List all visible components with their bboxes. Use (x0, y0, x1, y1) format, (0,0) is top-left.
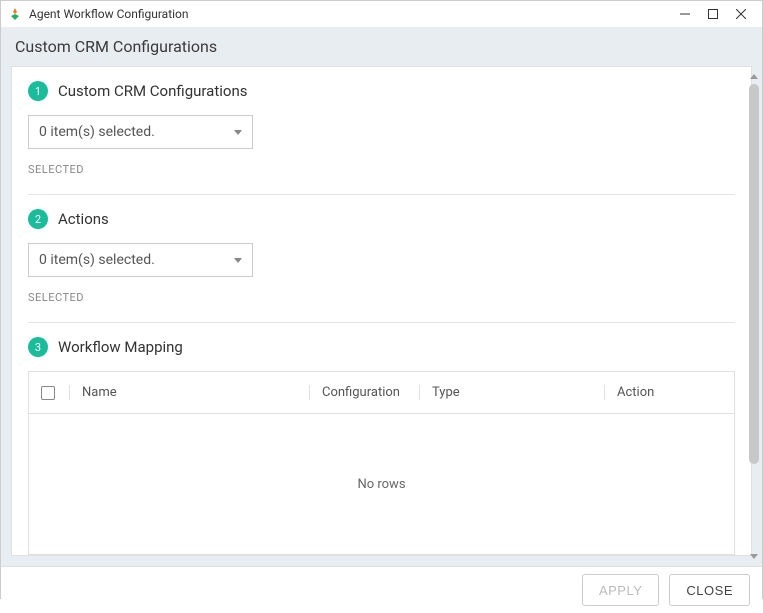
column-name: Name (69, 385, 309, 400)
scroll-down-button[interactable] (748, 550, 760, 562)
step-title-3: Workflow Mapping (58, 338, 183, 356)
actions-select[interactable]: 0 item(s) selected. (28, 243, 253, 277)
empty-rows-text: No rows (357, 477, 405, 492)
page-title: Custom CRM Configurations (15, 37, 217, 56)
page-header: Custom CRM Configurations (1, 27, 762, 66)
crm-selected-label: SELECTED (28, 163, 735, 176)
step-number-3: 3 (28, 337, 48, 357)
maximize-button[interactable] (706, 7, 720, 21)
close-button[interactable] (734, 7, 748, 21)
app-icon (7, 6, 23, 22)
content-area: 1 Custom CRM Configurations 0 item(s) se… (1, 66, 762, 566)
minimize-button[interactable] (678, 7, 692, 21)
step-custom-crm: 1 Custom CRM Configurations 0 item(s) se… (28, 81, 735, 195)
chevron-down-icon (234, 258, 242, 263)
step-workflow-mapping: 3 Workflow Mapping Name Configuration Ty… (28, 337, 735, 556)
titlebar: Agent Workflow Configuration (1, 1, 762, 27)
window-controls (678, 7, 756, 21)
scroll-thumb[interactable] (749, 84, 759, 464)
column-action: Action (604, 385, 722, 400)
footer: APPLY CLOSE (1, 566, 762, 613)
step-number-1: 1 (28, 81, 48, 101)
table-body: No rows (29, 414, 734, 554)
apply-button[interactable]: APPLY (582, 574, 659, 606)
workflow-table: Name Configuration Type Action No rows (28, 371, 735, 555)
table-header: Name Configuration Type Action (29, 372, 734, 414)
scroll-up-button[interactable] (748, 70, 760, 82)
select-all-checkbox[interactable] (41, 386, 55, 400)
main-panel: 1 Custom CRM Configurations 0 item(s) se… (11, 66, 752, 556)
window-title: Agent Workflow Configuration (29, 7, 678, 21)
column-type: Type (419, 385, 604, 400)
chevron-down-icon (234, 130, 242, 135)
arrow-up-icon (750, 74, 758, 79)
step-title-2: Actions (58, 210, 109, 228)
step-number-2: 2 (28, 209, 48, 229)
crm-select[interactable]: 0 item(s) selected. (28, 115, 253, 149)
step-title-1: Custom CRM Configurations (58, 82, 247, 100)
scrollbar[interactable] (748, 70, 760, 562)
column-configuration: Configuration (309, 385, 419, 400)
close-button-footer[interactable]: CLOSE (669, 574, 750, 606)
step-actions: 2 Actions 0 item(s) selected. SELECTED (28, 209, 735, 323)
arrow-down-icon (750, 554, 758, 559)
actions-selected-label: SELECTED (28, 291, 735, 304)
actions-select-value: 0 item(s) selected. (39, 252, 155, 268)
crm-select-value: 0 item(s) selected. (39, 124, 155, 140)
